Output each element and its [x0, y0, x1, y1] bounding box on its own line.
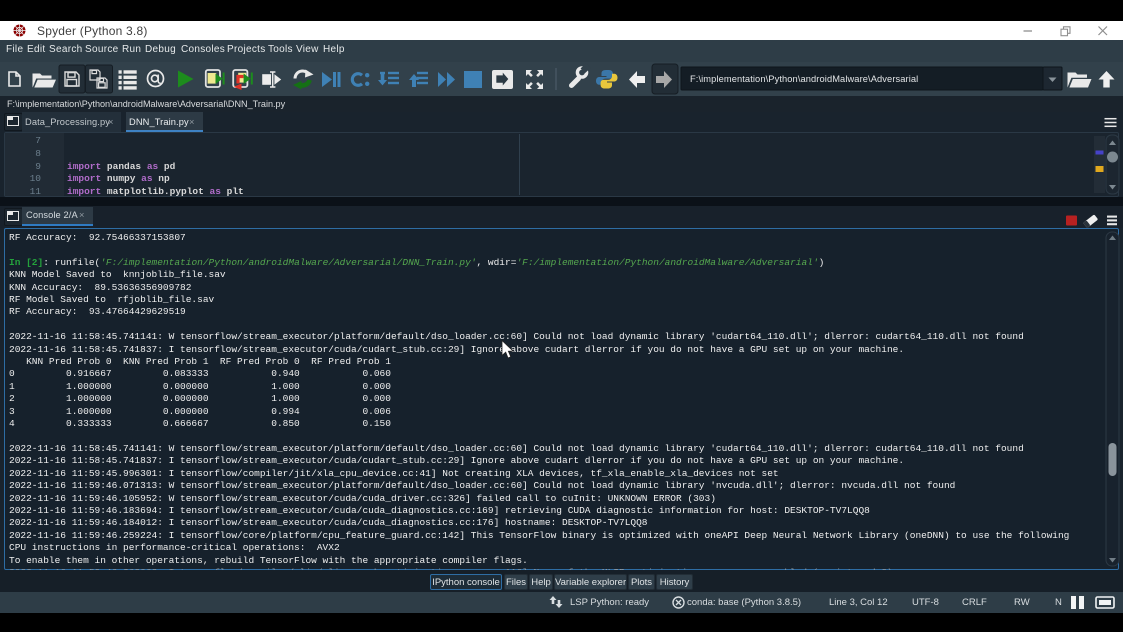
svg-text:F:\implementation\Python\andro: F:\implementation\Python\androidMalware\…	[690, 74, 918, 84]
